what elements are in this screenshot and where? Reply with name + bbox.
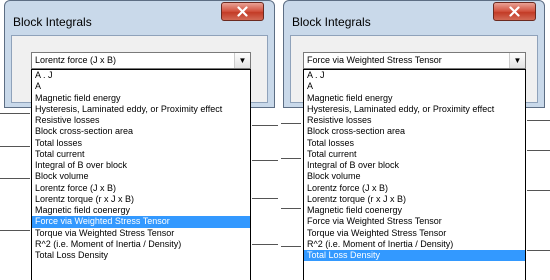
background-line: [0, 146, 30, 147]
close-icon: [509, 6, 520, 17]
background-line: [527, 250, 550, 251]
dropdown-option[interactable]: Total Loss Density: [304, 250, 525, 262]
background-line: [0, 113, 30, 114]
dropdown-option[interactable]: Integral of B over block: [304, 160, 525, 171]
dropdown-option[interactable]: Magnetic field energy: [32, 93, 250, 104]
dropdown-option[interactable]: Magnetic field coenergy: [32, 205, 250, 216]
dropdown-option[interactable]: Block volume: [304, 171, 525, 182]
dropdown-option[interactable]: Force via Weighted Stress Tensor: [32, 216, 250, 228]
dropdown-option[interactable]: A . J: [32, 70, 250, 81]
left-screenshot: Block Integrals Lorentz force (J x B) ▼ …: [0, 0, 278, 280]
dropdown-option[interactable]: Block volume: [32, 171, 250, 182]
background-line: [281, 123, 301, 124]
right-screenshot: Block Integrals Force via Weighted Stres…: [281, 0, 550, 280]
dropdown-option[interactable]: Block cross-section area: [304, 126, 525, 137]
background-line: [252, 244, 278, 245]
dropdown-arrow-icon[interactable]: ▼: [509, 53, 525, 68]
dropdown-option[interactable]: R^2 (i.e. Moment of Inertia / Density): [32, 239, 250, 250]
dialog-title: Block Integrals: [292, 15, 371, 29]
close-button[interactable]: [221, 2, 264, 21]
close-icon: [237, 6, 248, 17]
dropdown-option[interactable]: Torque via Weighted Stress Tensor: [32, 228, 250, 239]
dropdown-option[interactable]: Total losses: [304, 138, 525, 149]
background-line: [527, 150, 550, 151]
dropdown-arrow-icon[interactable]: ▼: [234, 53, 250, 68]
background-line: [252, 198, 278, 199]
dialog-title: Block Integrals: [13, 15, 92, 29]
background-line: [252, 125, 278, 126]
dropdown-option[interactable]: Resistive losses: [32, 115, 250, 126]
background-line: [281, 158, 301, 159]
background-line: [281, 246, 301, 247]
dropdown-option[interactable]: Torque via Weighted Stress Tensor: [304, 228, 525, 239]
dropdown-option[interactable]: Block cross-section area: [32, 126, 250, 137]
integral-type-combobox[interactable]: Lorentz force (J x B) ▼: [31, 52, 251, 69]
integral-type-dropdown-list: A . J A Magnetic field energy Hysteresis, L…: [303, 69, 526, 280]
dropdown-option[interactable]: Lorentz torque (r x J x B): [304, 194, 525, 205]
background-line: [527, 120, 550, 121]
combobox-value: Force via Weighted Stress Tensor: [307, 55, 442, 65]
dropdown-option[interactable]: Magnetic field energy: [304, 93, 525, 104]
dropdown-option[interactable]: Hysteresis, Laminated eddy, or Proximity…: [304, 104, 525, 115]
dropdown-option[interactable]: A: [304, 81, 525, 92]
dropdown-option[interactable]: Lorentz torque (r x J x B): [32, 194, 250, 205]
background-line: [281, 208, 301, 209]
integral-type-combobox[interactable]: Force via Weighted Stress Tensor ▼: [303, 52, 526, 69]
dropdown-option[interactable]: Force via Weighted Stress Tensor: [304, 216, 525, 227]
dropdown-option[interactable]: Total Loss Density: [32, 250, 250, 261]
dropdown-option[interactable]: Integral of B over block: [32, 160, 250, 171]
background-line: [527, 190, 550, 191]
dropdown-option[interactable]: Lorentz force (J x B): [32, 183, 250, 194]
dropdown-option[interactable]: Lorentz force (J x B): [304, 183, 525, 194]
background-line: [0, 178, 30, 179]
close-button[interactable]: [493, 2, 536, 21]
dropdown-option[interactable]: Total current: [32, 149, 250, 160]
background-line: [0, 230, 30, 231]
integral-type-dropdown-list: A . J A Magnetic field energy Hysteresis, L…: [31, 69, 251, 280]
dropdown-option[interactable]: Hysteresis, Laminated eddy, or Proximity…: [32, 104, 250, 115]
combobox-value: Lorentz force (J x B): [35, 55, 117, 65]
background-line: [252, 160, 278, 161]
dropdown-option[interactable]: Total losses: [32, 138, 250, 149]
dropdown-option[interactable]: R^2 (i.e. Moment of Inertia / Density): [304, 239, 525, 250]
dropdown-option[interactable]: Magnetic field coenergy: [304, 205, 525, 216]
dropdown-option[interactable]: Resistive losses: [304, 115, 525, 126]
dropdown-option[interactable]: Total current: [304, 149, 525, 160]
dropdown-option[interactable]: A . J: [304, 70, 525, 81]
dropdown-option[interactable]: A: [32, 81, 250, 92]
